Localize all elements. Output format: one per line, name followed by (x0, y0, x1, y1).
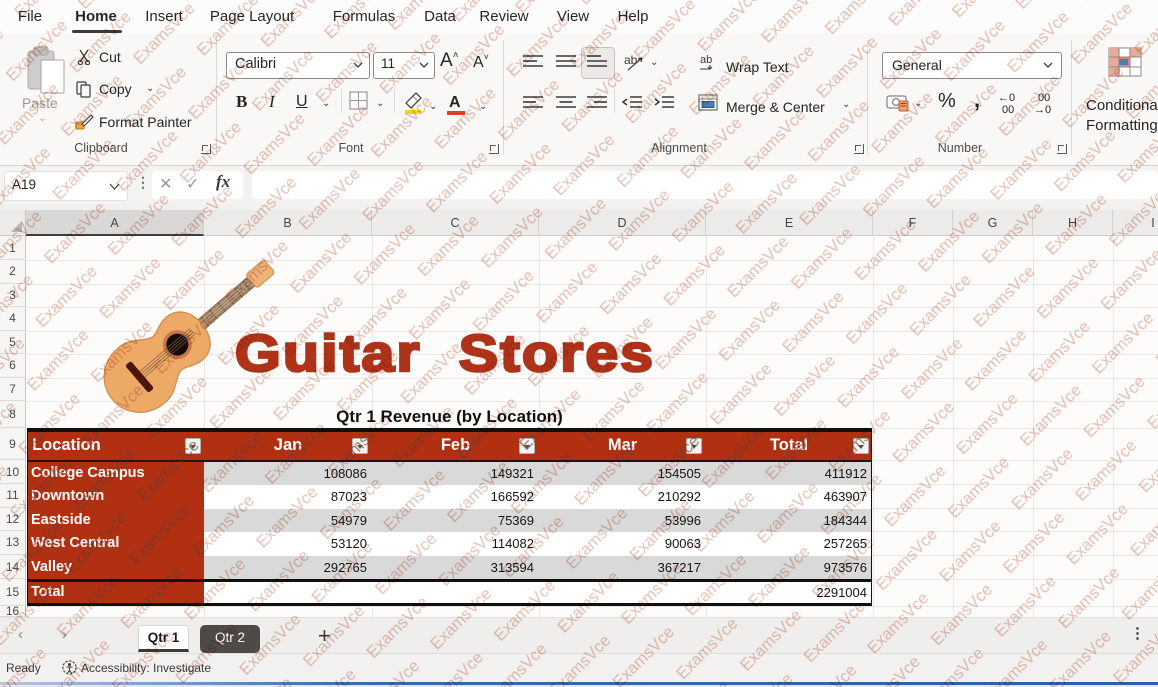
svg-text:ab: ab (624, 53, 638, 67)
svg-text:ab: ab (700, 54, 712, 66)
